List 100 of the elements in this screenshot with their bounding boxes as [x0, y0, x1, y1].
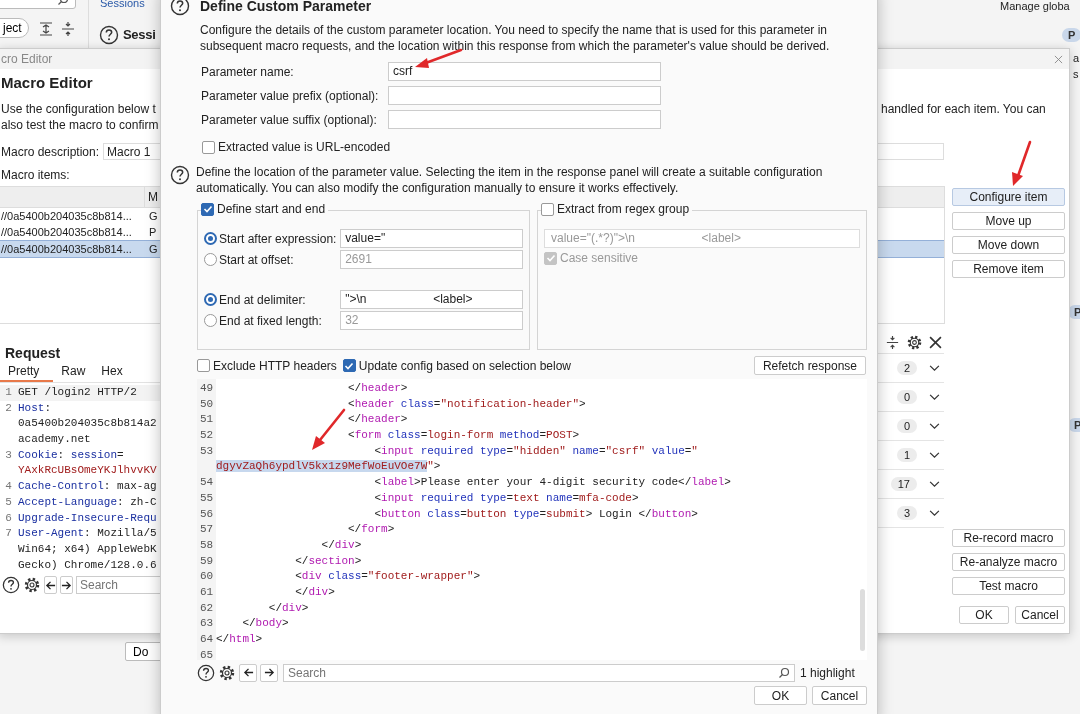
checkbox[interactable]	[197, 359, 210, 372]
action-button[interactable]: Remove item	[952, 260, 1065, 278]
section-heading: Sessi	[123, 27, 156, 42]
tab[interactable]: Hex	[93, 363, 131, 382]
line-number: 58	[198, 537, 215, 553]
checkbox-label: Extract from regex group	[557, 202, 690, 216]
action-button[interactable]: Move up	[952, 212, 1065, 230]
chevron-down-icon[interactable]	[929, 422, 940, 430]
description-text: also test the macro to confirm	[1, 117, 160, 133]
line-number: 51	[198, 412, 215, 428]
action-button[interactable]: Re-analyze macro	[952, 553, 1065, 571]
line-number: 62	[198, 600, 215, 616]
annotation-arrow	[415, 48, 463, 68]
help-icon[interactable]	[170, 0, 190, 16]
radio-button[interactable]	[204, 293, 217, 306]
code-line: </html>	[216, 632, 263, 647]
field-label: Macro items:	[1, 168, 70, 182]
radio-label: Start after expression:	[218, 231, 338, 246]
text-field[interactable]	[388, 110, 661, 129]
checkbox-label: Exclude HTTP headers	[213, 358, 337, 373]
search-icon	[778, 666, 790, 679]
chevron-down-icon[interactable]	[929, 509, 940, 517]
dialog-title: Define Custom Parameter	[200, 0, 372, 14]
text-field[interactable]: value="	[340, 229, 523, 248]
settings-icon[interactable]	[906, 333, 923, 351]
forward-button[interactable]	[260, 663, 278, 682]
annotation-arrow	[1012, 140, 1032, 186]
count-badge: 0	[896, 419, 917, 433]
close-icon[interactable]	[929, 335, 942, 349]
description-text: Configure the details of the custom parameter location. You need to specify the name that is used for this parameter in subsequent macro requests, and the location within this response from which the parameter's value should be derived.	[200, 23, 831, 54]
chevron-down-icon[interactable]	[929, 451, 940, 459]
field-label: Parameter name:	[201, 64, 295, 79]
tab[interactable]: Pretty	[0, 363, 54, 382]
code-line: <label>Please enter your 4-digit security code</label>	[373, 475, 731, 491]
sessions-link[interactable]: Sessions	[100, 0, 145, 9]
chevron-down-icon[interactable]	[929, 393, 940, 401]
cancel-button[interactable]: Cancel	[1015, 606, 1065, 624]
arrow-left-icon	[45, 579, 56, 591]
column-header: M	[147, 189, 158, 206]
checkbox[interactable]	[342, 359, 356, 372]
collapse-icon[interactable]	[60, 21, 76, 37]
help-icon[interactable]	[2, 576, 20, 595]
cancel-button[interactable]: Cancel	[812, 686, 867, 705]
line-number: 56	[198, 506, 215, 522]
line-number: 6	[4, 510, 13, 526]
ok-button[interactable]: OK	[959, 606, 1009, 624]
field-label: Macro description:	[1, 145, 100, 159]
radio-label: End at fixed length:	[218, 313, 323, 328]
code-line: </div>	[294, 584, 335, 600]
help-icon[interactable]	[197, 663, 215, 682]
refetch-button[interactable]: Refetch response	[753, 356, 866, 375]
text-field[interactable]: ">\n <label>	[340, 290, 523, 309]
settings-icon[interactable]	[218, 663, 236, 682]
back-button[interactable]	[44, 576, 57, 595]
checkbox[interactable]	[541, 202, 554, 216]
description-text: s	[1073, 68, 1079, 80]
line-number: 60	[198, 569, 215, 585]
code-line: </section>	[294, 553, 362, 569]
action-button[interactable]: Move down	[952, 236, 1065, 254]
line-number: 7	[4, 526, 13, 542]
checkbox[interactable]	[544, 251, 557, 265]
line-number: 52	[198, 428, 215, 444]
radio-button[interactable]	[204, 253, 217, 266]
radio-button[interactable]	[204, 232, 217, 245]
count-badge: 2	[896, 361, 917, 375]
tag-badge: P	[1062, 28, 1080, 42]
action-button[interactable]: Re-record macro	[952, 529, 1065, 547]
scope-button[interactable]: ject	[0, 18, 29, 38]
settings-icon[interactable]	[23, 576, 41, 595]
chevron-down-icon[interactable]	[929, 480, 940, 488]
line-number: 59	[198, 553, 215, 569]
checkbox[interactable]	[201, 202, 214, 216]
description-text: Use the configuration below t	[1, 101, 157, 117]
text-field[interactable]	[388, 86, 661, 105]
checkbox-label: Update config based on selection below	[358, 358, 571, 373]
help-icon[interactable]	[99, 25, 119, 45]
line-number: 2	[4, 400, 13, 416]
forward-button[interactable]	[60, 576, 73, 595]
description-text: Manage globa	[1000, 0, 1070, 12]
line-number: 3	[4, 447, 13, 463]
line-number: 54	[198, 475, 215, 491]
code-line: </form>	[347, 522, 395, 538]
help-icon[interactable]	[170, 165, 190, 185]
collapse-icon[interactable]	[885, 334, 900, 350]
radio-button[interactable]	[204, 314, 217, 327]
expand-icon[interactable]	[38, 21, 54, 37]
checkbox[interactable]	[202, 140, 215, 154]
code-line: Host:	[18, 400, 51, 416]
search-field[interactable]: Search	[283, 663, 795, 682]
action-button[interactable]: Configure item	[952, 188, 1065, 206]
ok-button[interactable]: OK	[754, 686, 807, 705]
checkbox-label: Case sensitive	[560, 251, 639, 265]
tab[interactable]: Raw	[53, 363, 94, 382]
count-badge: 3	[896, 506, 917, 520]
code-line: 0a5400b204035c8b814a2	[18, 416, 157, 432]
line-number: 55	[198, 490, 215, 506]
back-button[interactable]	[239, 663, 257, 682]
chevron-down-icon[interactable]	[929, 364, 940, 372]
text-field[interactable]: csrf	[388, 62, 661, 81]
action-button[interactable]: Test macro	[952, 577, 1065, 595]
